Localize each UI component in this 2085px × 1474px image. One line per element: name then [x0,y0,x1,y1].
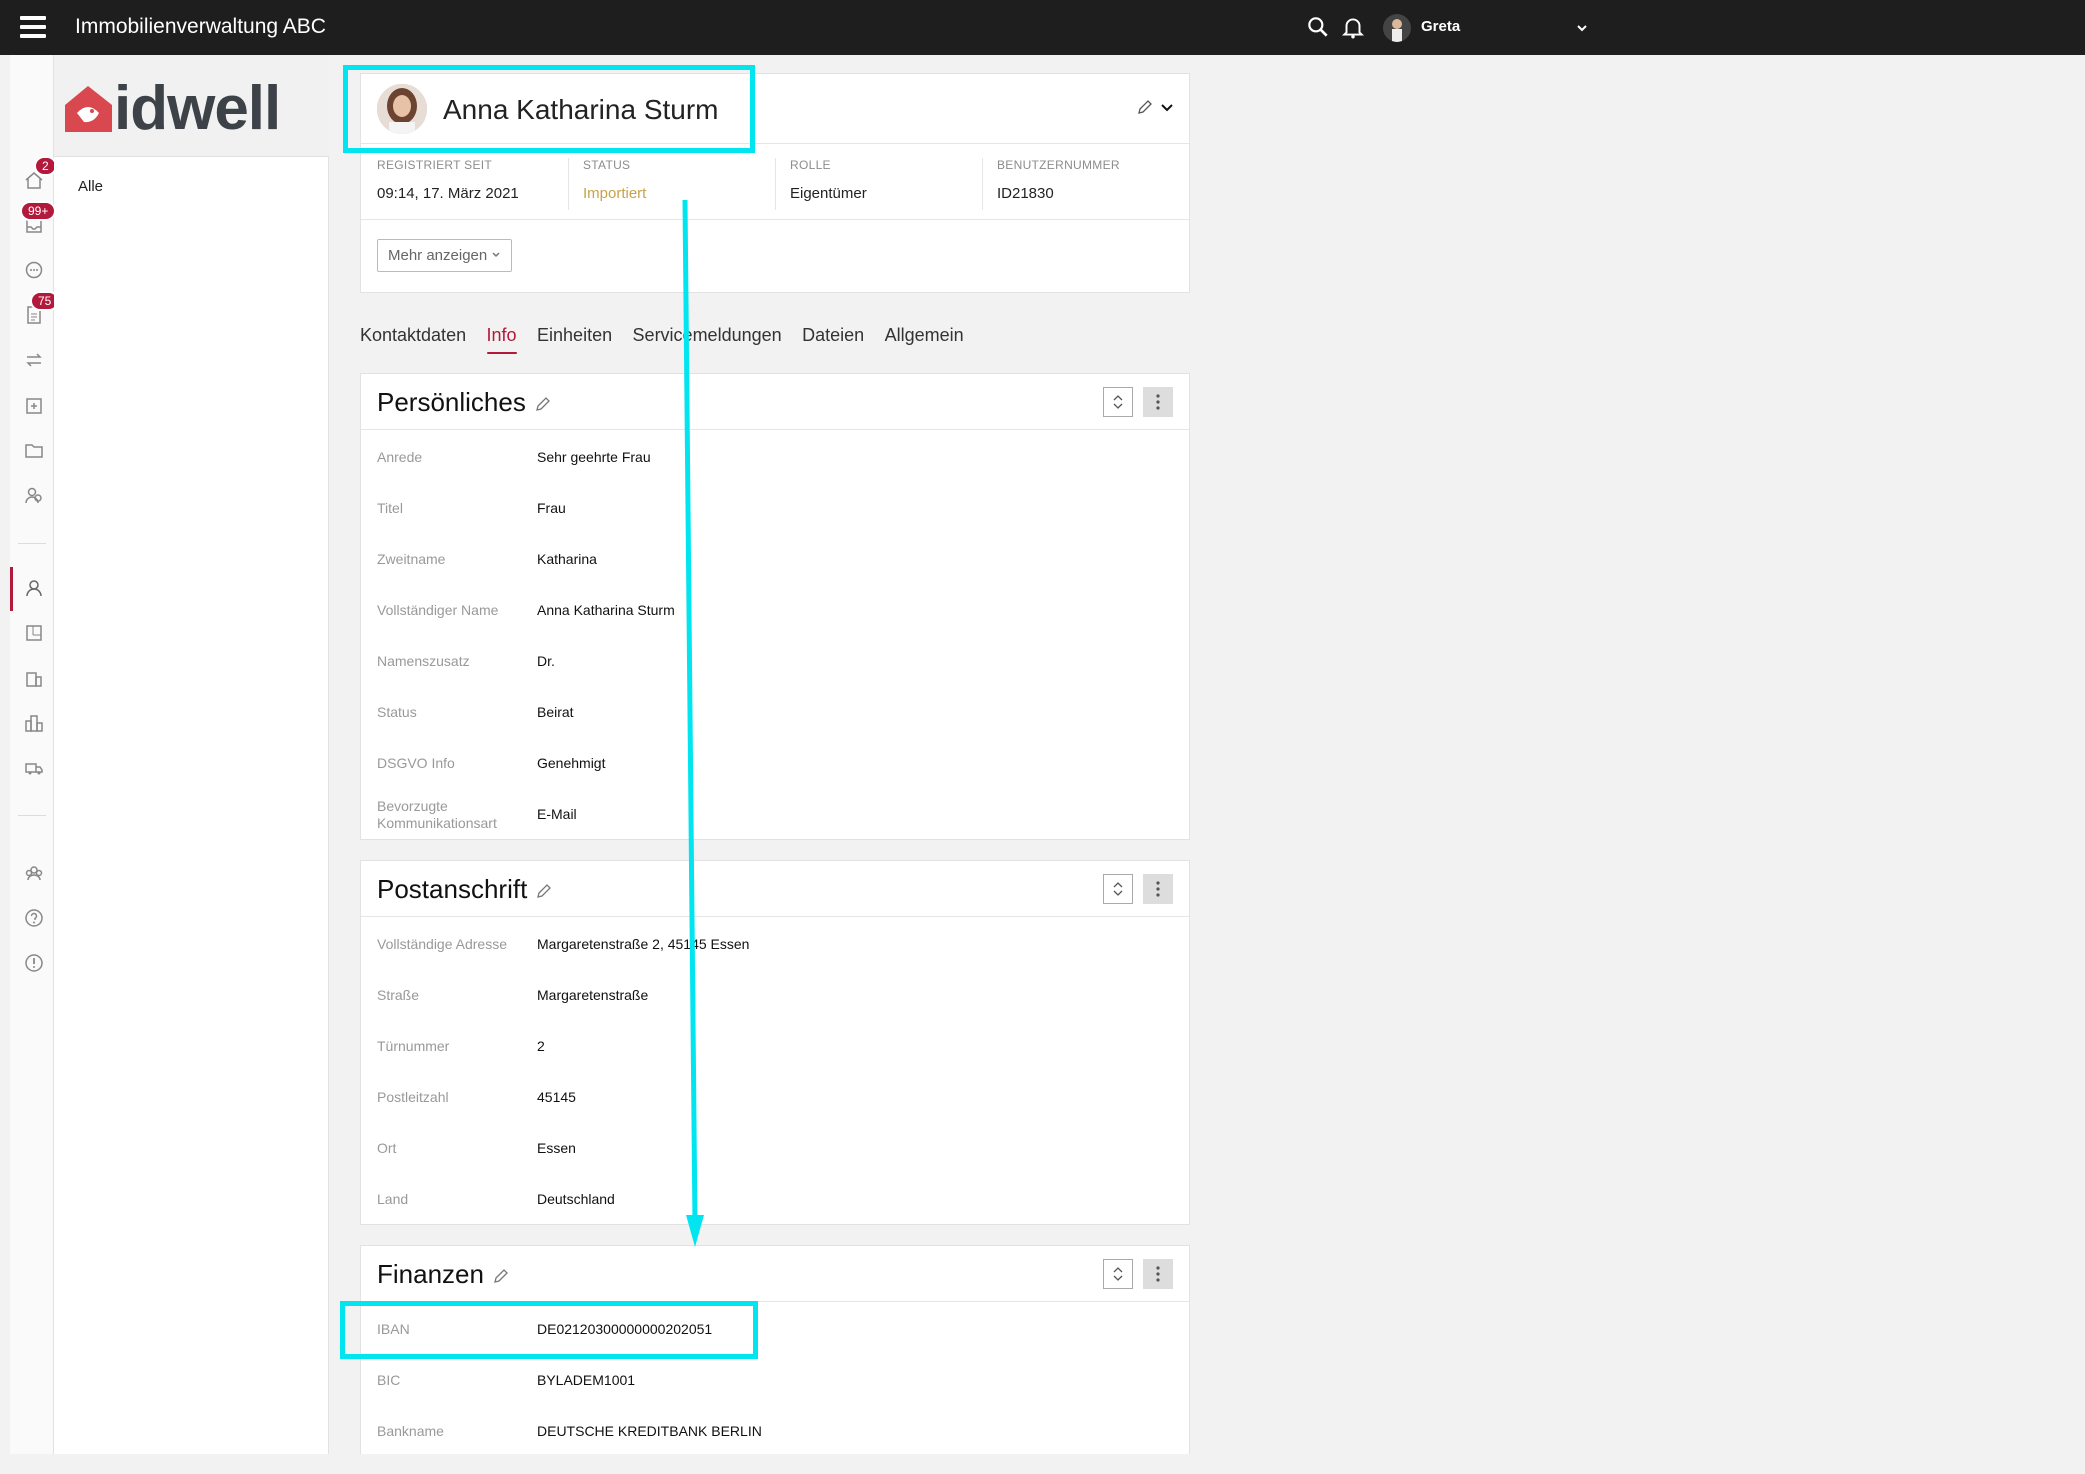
meta-divider [568,158,569,210]
address-section: Postanschrift Vollständige Adresse Margar… [360,860,1190,1225]
meta-status: STATUS Importiert [583,158,647,202]
field-row: Status Beirat [377,704,574,720]
kebab-icon [1156,394,1160,410]
show-more-button[interactable]: Mehr anzeigen [377,239,513,272]
sort-icon [1113,395,1123,409]
highlight-box-name [343,65,755,153]
floorplan-icon[interactable] [24,623,44,643]
app-title: Immobilienverwaltung ABC [75,15,326,38]
user-avatar[interactable] [1383,14,1411,42]
active-indicator [10,567,13,611]
field-row: Bevorzugte Kommunikationsart E-Mail [377,798,577,831]
team-icon[interactable] [24,863,44,883]
highlight-box-iban [340,1301,758,1359]
header-actions [1136,98,1175,121]
field-row: BIC BYLADEM1001 [377,1372,636,1388]
rail-divider [18,543,46,544]
field-row: Ort Essen [377,1140,576,1156]
collapse-toggle-button[interactable] [1103,1259,1133,1289]
more-options-button[interactable] [1143,874,1173,904]
pencil-icon[interactable] [492,1267,510,1285]
section-title: Persönliches [377,387,552,418]
pencil-icon[interactable] [534,395,552,413]
person-icon[interactable] [24,578,44,598]
inbox-badge: 99+ [20,201,57,221]
personal-section: Persönliches Anrede Sehr geehrte Frau Tit… [360,373,1190,840]
folder-icon[interactable] [24,440,44,460]
more-options-button[interactable] [1143,387,1173,417]
meta-registered: REGISTRIERT SEIT 09:14, 17. März 2021 [377,158,519,202]
icon-rail: 2 99+ 75 [10,55,60,1454]
sort-icon [1113,882,1123,896]
meta-divider [775,158,776,210]
kebab-icon [1156,1266,1160,1282]
tab-dateien[interactable]: Dateien [802,325,864,346]
bell-icon[interactable] [1340,14,1366,40]
building-icon[interactable] [24,668,44,688]
logo-text: idwell [114,74,281,143]
field-row: Namenszusatz Dr. [377,653,555,669]
field-row: Land Deutschland [377,1191,615,1207]
field-row: Bankname DEUTSCHE KREDITBANK BERLIN [377,1423,762,1439]
field-row: Titel Frau [377,500,566,516]
collapse-toggle-button[interactable] [1103,387,1133,417]
section-title: Finanzen [377,1259,510,1290]
field-row: Anrede Sehr geehrte Frau [377,449,651,465]
more-options-button[interactable] [1143,1259,1173,1289]
chevron-down-icon[interactable] [1576,22,1588,34]
collapse-toggle-button[interactable] [1103,874,1133,904]
help-icon[interactable] [24,908,44,928]
user-name[interactable]: Greta [1421,18,1460,35]
tab-info[interactable]: Info [486,325,517,354]
field-row: Zweitname Katharina [377,551,597,567]
meta-user-number: BENUTZERNUMMER ID21830 [997,158,1120,202]
section-title: Postanschrift [377,874,553,905]
transfer-icon[interactable] [24,350,44,370]
sort-icon [1113,1267,1123,1281]
logo: idwell [54,55,329,157]
tab-einheiten[interactable]: Einheiten [537,325,612,346]
search-icon[interactable] [1305,14,1331,40]
secondary-panel: idwell Alle [54,55,329,1454]
field-row: Straße Margaretenstraße [377,987,649,1003]
pencil-icon[interactable] [1136,98,1154,116]
meta-role: ROLLE Eigentümer [790,158,867,202]
contacts-icon[interactable] [24,485,44,505]
meta-divider [982,158,983,210]
house-logo-icon [65,86,112,132]
filter-all[interactable]: Alle [78,178,103,195]
field-row: Vollständige Adresse Margaretenstraße 2, … [377,936,750,952]
tab-allgemein[interactable]: Allgemein [885,325,964,346]
pencil-icon[interactable] [535,882,553,900]
chevron-down-icon [492,252,500,258]
field-row: Türnummer 2 [377,1038,545,1054]
field-row: Postleitzahl 45145 [377,1089,576,1105]
buildings-icon[interactable] [24,713,44,733]
rail-divider [18,815,46,816]
annotation-arrow [682,199,704,1247]
truck-icon[interactable] [24,758,44,778]
chat-icon[interactable] [24,260,44,280]
top-bar: Immobilienverwaltung ABC Greta [0,0,2085,55]
menu-icon[interactable] [20,16,46,38]
calendar-icon[interactable] [24,395,44,415]
kebab-icon [1156,881,1160,897]
info-icon[interactable] [24,953,44,973]
chevron-down-icon[interactable] [1159,100,1175,116]
field-row: Vollständiger Name Anna Katharina Sturm [377,602,675,618]
tab-kontaktdaten[interactable]: Kontaktdaten [360,325,466,346]
